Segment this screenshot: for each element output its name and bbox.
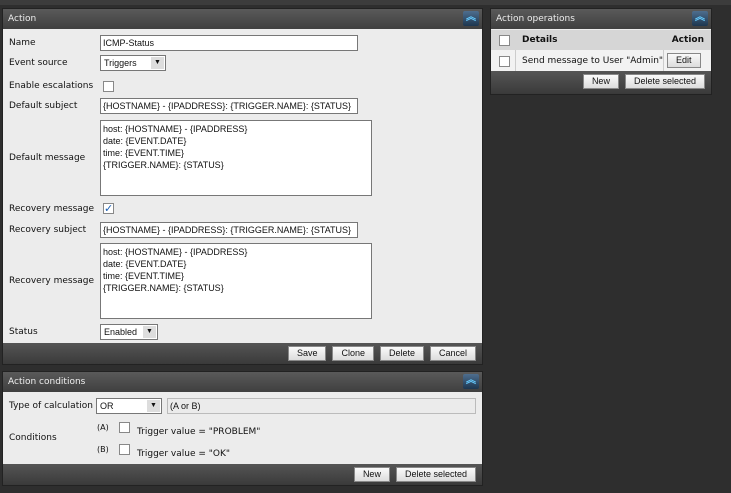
save-button[interactable]: Save bbox=[287, 346, 327, 361]
operations-panel: Action operations ︽ Details Action Send m… bbox=[490, 8, 712, 95]
col-action: Action bbox=[671, 35, 704, 45]
panel-footer: New Delete selected bbox=[491, 71, 711, 94]
calc-expression: (A or B) bbox=[167, 398, 476, 414]
delete-selected-operations-button[interactable]: Delete selected bbox=[624, 74, 705, 89]
clone-button[interactable]: Clone bbox=[332, 346, 374, 361]
cancel-button[interactable]: Cancel bbox=[429, 346, 476, 361]
message-line: {TRIGGER.NAME}: {STATUS} bbox=[103, 160, 224, 170]
collapse-icon[interactable]: ︽ bbox=[463, 11, 479, 26]
select-all-checkbox[interactable] bbox=[499, 35, 510, 46]
recovery-message-label: Recovery message bbox=[9, 276, 95, 286]
new-condition-button[interactable]: New bbox=[353, 467, 390, 482]
row-checkbox[interactable] bbox=[499, 56, 510, 67]
condition-tag: (B) bbox=[97, 445, 109, 454]
condition-text: Trigger value = "PROBLEM" bbox=[137, 427, 261, 437]
calc-label: Type of calculation bbox=[9, 401, 93, 411]
delete-selected-conditions-button[interactable]: Delete selected bbox=[395, 467, 476, 482]
recovery-subject-input[interactable]: {HOSTNAME} - {IPADDRESS}: {TRIGGER.NAME}… bbox=[100, 222, 358, 238]
panel-title: Action conditions bbox=[8, 377, 86, 387]
conditions-panel: Action conditions ︽ Type of calculation O… bbox=[2, 371, 483, 486]
action-panel: Action ︽ Name ICMP-Status Event source Tr… bbox=[2, 8, 483, 365]
col-details: Details bbox=[522, 35, 558, 45]
event-source-value: Triggers bbox=[104, 58, 137, 68]
default-message-textarea[interactable]: host: {HOSTNAME} - {IPADDRESS} date: {EVE… bbox=[100, 120, 372, 196]
operation-details: Send message to User "Admin" bbox=[522, 56, 664, 66]
status-select[interactable]: Enabled ▼ bbox=[100, 324, 158, 340]
calc-value: OR bbox=[100, 401, 114, 411]
chevron-down-icon: ▼ bbox=[151, 57, 164, 69]
message-line: date: {EVENT.DATE} bbox=[103, 259, 187, 269]
delete-button[interactable]: Delete bbox=[379, 346, 424, 361]
collapse-icon[interactable]: ︽ bbox=[463, 374, 479, 389]
name-label: Name bbox=[9, 38, 36, 48]
edit-button[interactable]: Edit bbox=[667, 53, 701, 68]
table-header: Details Action bbox=[491, 30, 711, 50]
escalations-checkbox[interactable] bbox=[103, 81, 114, 92]
condition-tag: (A) bbox=[97, 423, 109, 432]
condition-checkbox[interactable] bbox=[119, 444, 130, 455]
condition-checkbox[interactable] bbox=[119, 422, 130, 433]
top-bar bbox=[0, 0, 731, 5]
collapse-icon[interactable]: ︽ bbox=[692, 11, 708, 26]
column-divider bbox=[515, 50, 516, 72]
default-subject-input[interactable]: {HOSTNAME} - {IPADDRESS}: {TRIGGER.NAME}… bbox=[100, 98, 358, 114]
recovery-checkbox-label: Recovery message bbox=[9, 204, 95, 214]
panel-title: Action bbox=[8, 14, 37, 24]
escalations-label: Enable escalations bbox=[9, 81, 94, 91]
recovery-subject-label: Recovery subject bbox=[9, 225, 87, 235]
panel-header: Action ︽ bbox=[3, 9, 482, 29]
default-subject-label: Default subject bbox=[9, 101, 78, 111]
chevron-down-icon: ▼ bbox=[147, 400, 160, 412]
message-line: host: {HOSTNAME} - {IPADDRESS} bbox=[103, 247, 248, 257]
status-value: Enabled bbox=[104, 327, 138, 337]
default-message-label: Default message bbox=[9, 153, 86, 163]
panel-title: Action operations bbox=[496, 14, 575, 24]
panel-footer: Save Clone Delete Cancel bbox=[3, 343, 482, 364]
table-row: Send message to User "Admin" Edit bbox=[491, 50, 711, 72]
message-line: host: {HOSTNAME} - {IPADDRESS} bbox=[103, 124, 248, 134]
message-line: {TRIGGER.NAME}: {STATUS} bbox=[103, 283, 224, 293]
chevron-down-icon: ▼ bbox=[143, 326, 156, 338]
panel-header: Action conditions ︽ bbox=[3, 372, 482, 392]
panel-header: Action operations ︽ bbox=[491, 9, 711, 29]
recovery-message-textarea[interactable]: host: {HOSTNAME} - {IPADDRESS} date: {EVE… bbox=[100, 243, 372, 319]
new-operation-button[interactable]: New bbox=[582, 74, 619, 89]
name-input[interactable]: ICMP-Status bbox=[100, 35, 358, 51]
conditions-label: Conditions bbox=[9, 433, 57, 443]
status-label: Status bbox=[9, 327, 38, 337]
message-line: time: {EVENT.TIME} bbox=[103, 148, 185, 158]
event-source-label: Event source bbox=[9, 58, 68, 68]
panel-footer: New Delete selected bbox=[3, 464, 482, 485]
message-line: date: {EVENT.DATE} bbox=[103, 136, 187, 146]
column-divider bbox=[663, 50, 664, 72]
message-line: time: {EVENT.TIME} bbox=[103, 271, 185, 281]
calc-select[interactable]: OR ▼ bbox=[96, 398, 162, 414]
condition-text: Trigger value = "OK" bbox=[137, 449, 231, 459]
recovery-checkbox[interactable]: ✓ bbox=[103, 203, 114, 214]
event-source-select[interactable]: Triggers ▼ bbox=[100, 55, 166, 71]
